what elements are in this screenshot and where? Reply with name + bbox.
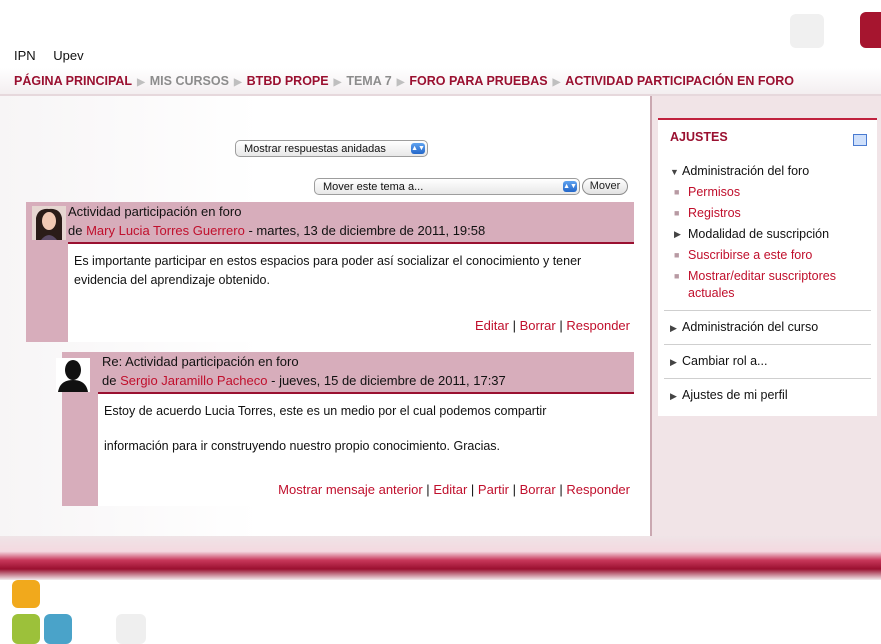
- author-avatar[interactable]: [56, 358, 90, 392]
- show-parent-link[interactable]: Mostrar mensaje anterior: [278, 482, 423, 497]
- breadcrumb-my-courses[interactable]: MIS CURSOS: [150, 74, 229, 88]
- author-link[interactable]: Mary Lucia Torres Guerrero: [86, 223, 245, 238]
- decorative-square: [12, 614, 40, 644]
- bullet-icon: ■: [674, 271, 680, 281]
- collapsed-triangle-icon: ▶: [674, 229, 681, 239]
- move-topic-value: Mover este tema a...: [323, 181, 424, 193]
- post-message: Es importante participar en estos espaci…: [74, 254, 582, 287]
- display-mode-select[interactable]: Mostrar respuestas anidadas ▲▼: [235, 140, 428, 157]
- logs-label: Registros: [688, 206, 741, 220]
- split-link[interactable]: Partir: [478, 482, 509, 497]
- post-message-line: Estoy de acuerdo Lucia Torres, este es u…: [104, 404, 547, 418]
- divider: [664, 378, 871, 379]
- divider: [664, 310, 871, 311]
- decorative-square: [12, 580, 40, 608]
- course-admin-node[interactable]: ▶ Administración del curso: [670, 320, 818, 334]
- post-byline: de Sergio Jaramillo Pacheco - jueves, 15…: [102, 373, 506, 388]
- settings-title: AJUSTES: [670, 130, 728, 144]
- breadcrumb-separator-icon: ▶: [552, 77, 561, 88]
- collapsed-triangle-icon: ▶: [670, 323, 677, 333]
- subscription-mode-node[interactable]: ▶ Modalidad de suscripción: [674, 226, 830, 243]
- forum-admin-node[interactable]: ▼ Administración del foro: [670, 164, 809, 178]
- dock-block-icon[interactable]: [853, 134, 867, 146]
- post-commands: Editar | Borrar | Responder: [475, 316, 630, 335]
- post-body: Estoy de acuerdo Lucia Torres, este es u…: [98, 392, 634, 506]
- command-separator: |: [470, 482, 475, 497]
- top-navigation: IPN Upev: [14, 48, 98, 63]
- footer-band: [0, 536, 881, 580]
- post-date: - jueves, 15 de diciembre de 2011, 17:37: [271, 373, 506, 388]
- command-separator: |: [559, 318, 563, 333]
- collapsed-triangle-icon: ▶: [670, 357, 677, 367]
- post-byline: de Mary Lucia Torres Guerrero - martes, …: [68, 223, 485, 238]
- move-button[interactable]: Mover: [582, 178, 628, 195]
- select-arrows-icon: ▲▼: [563, 181, 577, 192]
- display-mode-value: Mostrar respuestas anidadas: [244, 143, 386, 155]
- permissions-link[interactable]: ■ Permisos: [674, 184, 741, 201]
- permissions-label: Permisos: [688, 185, 741, 199]
- post-subject: Re: Actividad participación en foro: [102, 354, 299, 369]
- logs-link[interactable]: ■ Registros: [674, 205, 741, 222]
- profile-settings-node[interactable]: ▶ Ajustes de mi perfil: [670, 388, 788, 402]
- post-date: - martes, 13 de diciembre de 2011, 19:58: [248, 223, 486, 238]
- subscription-mode-label: Modalidad de suscripción: [688, 227, 830, 241]
- post-body: Es importante participar en estos espaci…: [68, 242, 634, 342]
- decorative-square: [860, 12, 881, 48]
- command-separator: |: [512, 318, 516, 333]
- bullet-icon: ■: [674, 208, 680, 218]
- byline-prefix: de: [102, 373, 117, 388]
- profile-settings-label: Ajustes de mi perfil: [682, 388, 788, 402]
- breadcrumb-topic[interactable]: TEMA 7: [346, 74, 391, 88]
- delete-link[interactable]: Borrar: [520, 482, 556, 497]
- post-subject: Actividad participación en foro: [68, 204, 242, 219]
- reply-link[interactable]: Responder: [566, 318, 630, 333]
- expanded-triangle-icon: ▼: [670, 167, 679, 177]
- move-topic-select[interactable]: Mover este tema a... ▲▼: [314, 178, 580, 195]
- subscribe-link[interactable]: ■ Suscribirse a este foro: [674, 247, 813, 264]
- collapsed-triangle-icon: ▶: [670, 391, 677, 401]
- forum-admin-label: Administración del foro: [682, 164, 810, 178]
- post-commands: Mostrar mensaje anterior | Editar | Part…: [278, 480, 630, 499]
- breadcrumb-discussion: ACTIVIDAD PARTICIPACIÓN EN FORO: [565, 74, 795, 88]
- author-link[interactable]: Sergio Jaramillo Pacheco: [120, 373, 267, 388]
- switch-role-node[interactable]: ▶ Cambiar rol a...: [670, 354, 767, 368]
- author-avatar[interactable]: [32, 206, 66, 240]
- show-subscribers-link[interactable]: ■ Mostrar/editar suscriptores actuales: [674, 268, 868, 302]
- breadcrumb-home[interactable]: PÁGINA PRINCIPAL: [14, 74, 132, 88]
- breadcrumb-forum[interactable]: FORO PARA PRUEBAS: [409, 74, 547, 88]
- divider: [664, 344, 871, 345]
- edit-link[interactable]: Editar: [433, 482, 467, 497]
- nav-link-upev[interactable]: Upev: [53, 48, 83, 63]
- bullet-icon: ■: [674, 250, 680, 260]
- decorative-square: [790, 14, 824, 48]
- bullet-icon: ■: [674, 187, 680, 197]
- breadcrumb-course[interactable]: BTBD PROPE: [247, 74, 329, 88]
- byline-prefix: de: [68, 223, 83, 238]
- breadcrumb: PÁGINA PRINCIPAL ▶ MIS CURSOS ▶ BTBD PROPE ▶ T…: [0, 68, 881, 96]
- edit-link[interactable]: Editar: [475, 318, 509, 333]
- command-separator: |: [512, 482, 516, 497]
- select-arrows-icon: ▲▼: [411, 143, 425, 154]
- forum-post: Actividad participación en foro de Mary …: [26, 202, 634, 342]
- decorative-square: [116, 614, 146, 644]
- decorative-square: [44, 614, 72, 644]
- breadcrumb-separator-icon: ▶: [137, 77, 145, 88]
- breadcrumb-separator-icon: ▶: [396, 77, 405, 88]
- breadcrumb-separator-icon: ▶: [333, 77, 342, 88]
- settings-block: AJUSTES ▼ Administración del foro ■ Permis…: [658, 118, 877, 416]
- forum-post-reply: Re: Actividad participación en foro de S…: [56, 352, 634, 506]
- post-message-line: información para ir construyendo nuestro…: [104, 439, 501, 453]
- breadcrumb-separator-icon: ▶: [233, 77, 242, 88]
- main-content: Mostrar respuestas anidadas ▲▼ Mover est…: [0, 96, 650, 536]
- nav-link-ipn[interactable]: IPN: [14, 48, 36, 63]
- switch-role-label: Cambiar rol a...: [682, 354, 768, 368]
- sidebar: AJUSTES ▼ Administración del foro ■ Permis…: [650, 96, 881, 536]
- reply-link[interactable]: Responder: [566, 482, 630, 497]
- show-subscribers-label: Mostrar/editar suscriptores actuales: [688, 269, 836, 300]
- delete-link[interactable]: Borrar: [520, 318, 556, 333]
- command-separator: |: [559, 482, 563, 497]
- command-separator: |: [426, 482, 430, 497]
- course-admin-label: Administración del curso: [682, 320, 819, 334]
- subscribe-label: Suscribirse a este foro: [688, 248, 813, 262]
